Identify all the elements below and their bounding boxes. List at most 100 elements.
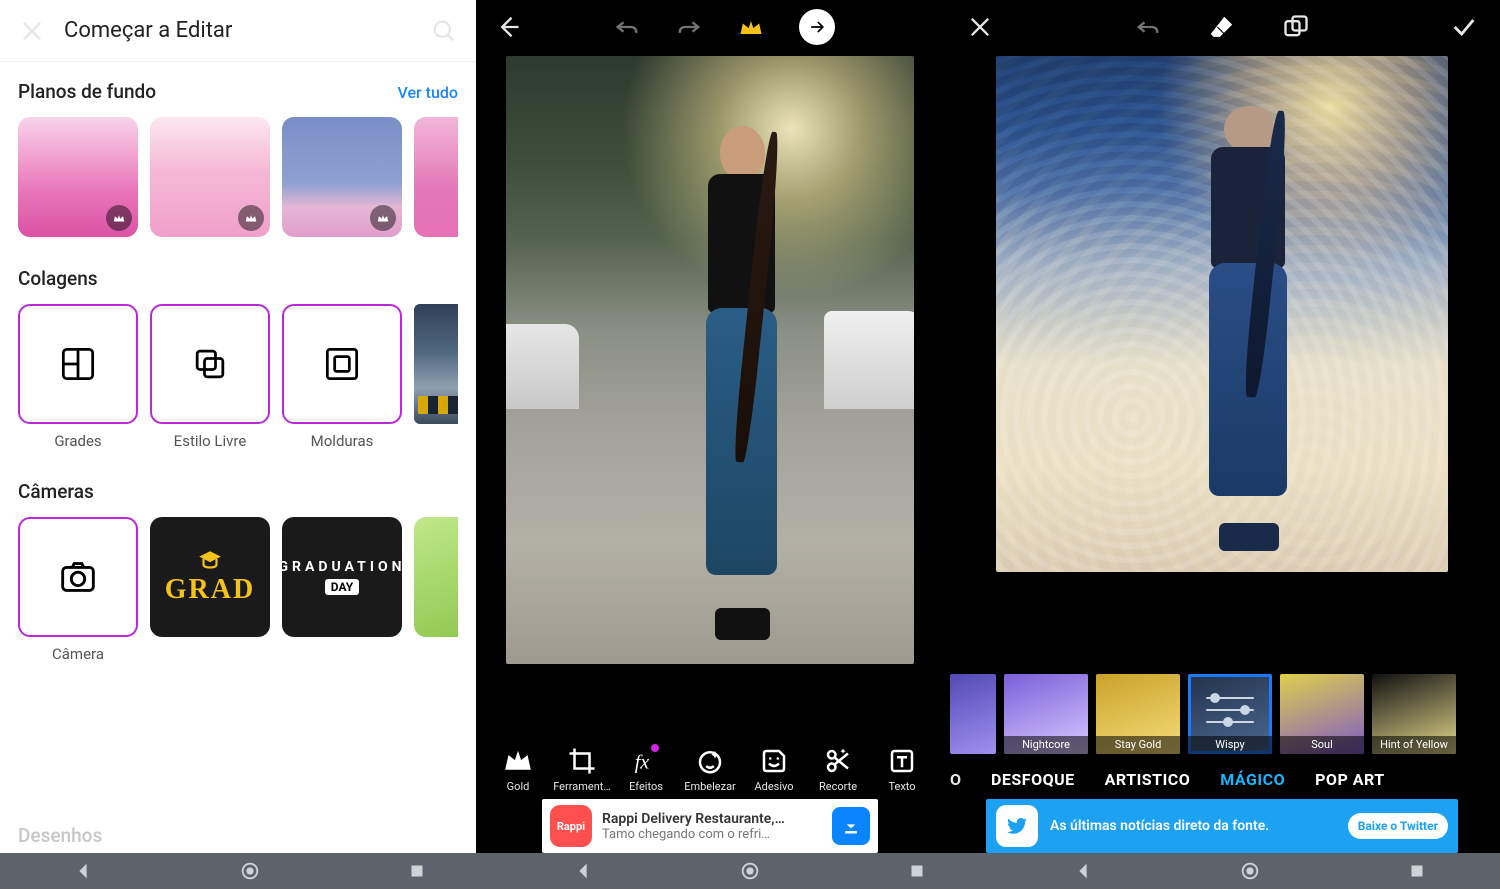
filter-thumb[interactable]: Stay Gold	[1096, 674, 1180, 754]
filter-name: Soul	[1280, 736, 1364, 754]
nav-home-icon[interactable]	[1239, 860, 1261, 882]
undo-icon[interactable]	[613, 13, 641, 41]
nav-back-icon[interactable]	[572, 860, 594, 882]
collage-label: Grades	[18, 432, 138, 450]
android-nav-strip	[0, 853, 1500, 889]
tool-sticker[interactable]: Adesivo	[744, 746, 804, 793]
tool-cutout[interactable]: Recorte	[808, 746, 868, 793]
ad-app-icon: Rappi	[550, 805, 592, 847]
template-graduation-day[interactable]: GRADUATION DAY	[282, 517, 402, 637]
section-title: Planos de fundo	[18, 80, 156, 103]
search-icon[interactable]	[430, 17, 458, 45]
nav-home-icon[interactable]	[739, 860, 761, 882]
download-icon[interactable]	[832, 807, 870, 845]
background-thumb[interactable]	[414, 117, 458, 237]
filter-name: Hint of Yellow	[1372, 736, 1456, 754]
template-grad[interactable]: GRAD	[150, 517, 270, 637]
tool-label: Recorte	[819, 780, 857, 793]
tool-label: Ferrament…	[553, 780, 611, 793]
photo-canvas-wrap	[944, 54, 1500, 674]
redo-icon[interactable]	[675, 13, 703, 41]
photo-canvas[interactable]	[506, 56, 914, 664]
collage-label: Estilo Livre	[150, 432, 270, 450]
template-flowers[interactable]	[414, 517, 458, 637]
collage-grids[interactable]	[18, 304, 138, 424]
screen-start-editing: Começar a Editar Planos de fundo Ver tud…	[0, 0, 476, 853]
tool-beautify[interactable]: Embelezar	[680, 746, 740, 793]
nav-recent-icon[interactable]	[406, 860, 428, 882]
camera-label: Câmera	[18, 645, 138, 663]
tool-label: Adesivo	[754, 780, 793, 793]
close-icon[interactable]	[18, 17, 46, 45]
screen-editor: Gold Ferrament… fx Efeitos Embelezar Ade…	[476, 0, 944, 853]
next-arrow-button[interactable]	[799, 9, 835, 45]
ad-text: As últimas notícias direto da fonte.	[1050, 818, 1336, 835]
nav-recent-icon[interactable]	[906, 860, 928, 882]
svg-text:fx: fx	[635, 752, 650, 774]
text-icon	[887, 746, 917, 776]
category-tab[interactable]: DESFOQUE	[991, 770, 1075, 789]
section-title-cutoff: Desenhos	[0, 818, 476, 853]
category-tab[interactable]: POP ART	[1315, 770, 1385, 789]
filter-thumb-selected[interactable]: Wispy	[1188, 674, 1272, 754]
compare-icon[interactable]	[1282, 13, 1310, 41]
collage-frames[interactable]	[282, 304, 402, 424]
camera-open[interactable]	[18, 517, 138, 637]
collage-preview-thumb[interactable]	[414, 304, 458, 424]
tool-tools[interactable]: Ferrament…	[552, 746, 612, 793]
undo-icon[interactable]	[1134, 13, 1162, 41]
ad-subtitle: Tamo chegando com o refri…	[602, 827, 822, 842]
premium-crown-icon[interactable]	[737, 13, 765, 41]
filter-name: Wispy	[1188, 736, 1272, 754]
premium-crown-icon	[370, 205, 396, 231]
collage-freestyle[interactable]	[150, 304, 270, 424]
twitter-icon	[996, 805, 1038, 847]
nav-recent-icon[interactable]	[1406, 860, 1428, 882]
sliders-icon	[1206, 692, 1254, 728]
filter-strip: Nightcore Stay Gold Wispy Soul Hint of Y…	[944, 674, 1500, 758]
ad-cta-button[interactable]: Baixe o Twitter	[1348, 813, 1448, 839]
nav-home-icon[interactable]	[239, 860, 261, 882]
effect-categories: O DESFOQUE ARTISTICO MÁGICO POP ART	[944, 758, 1500, 795]
content-body: Planos de fundo Ver tudo	[0, 62, 476, 818]
background-thumb[interactable]	[282, 117, 402, 237]
section-title: Câmeras	[18, 480, 94, 503]
background-thumb[interactable]	[18, 117, 138, 237]
tool-label: Embelezar	[684, 780, 736, 793]
filter-name: Stay Gold	[1096, 736, 1180, 754]
tool-effects[interactable]: fx Efeitos	[616, 746, 676, 793]
section-cameras: Câmeras GRAD GRADUATION DAY	[18, 480, 458, 663]
premium-crown-icon	[106, 205, 132, 231]
tool-gold[interactable]: Gold	[488, 746, 548, 793]
see-all-link[interactable]: Ver tudo	[397, 83, 458, 102]
nav-back-icon[interactable]	[72, 860, 94, 882]
category-tab-partial[interactable]: O	[944, 770, 961, 789]
filter-thumb[interactable]: Hint of Yellow	[1372, 674, 1456, 754]
template-label: DAY	[325, 579, 359, 595]
filter-thumb[interactable]: Soul	[1280, 674, 1364, 754]
effects-topbar	[944, 0, 1500, 54]
filter-thumb[interactable]: Nightcore	[1004, 674, 1088, 754]
tool-label: Texto	[888, 780, 915, 793]
header: Começar a Editar	[0, 0, 476, 62]
editor-topbar	[476, 0, 944, 54]
tool-label: Efeitos	[629, 780, 663, 793]
apply-check-icon[interactable]	[1450, 13, 1478, 41]
category-tab-active[interactable]: MÁGICO	[1220, 770, 1285, 789]
back-arrow-icon[interactable]	[494, 13, 522, 41]
scissors-icon	[823, 746, 853, 776]
close-icon[interactable]	[966, 13, 994, 41]
crop-icon	[567, 746, 597, 776]
template-label: GRADUATION	[279, 559, 406, 575]
photo-canvas[interactable]	[996, 56, 1448, 572]
background-thumb[interactable]	[150, 117, 270, 237]
category-tab[interactable]: ARTISTICO	[1105, 770, 1191, 789]
ad-banner[interactable]: Rappi Rappi Delivery Restaurante,… Tamo …	[542, 799, 878, 853]
eraser-icon[interactable]	[1208, 13, 1236, 41]
crown-icon	[503, 746, 533, 776]
nav-back-icon[interactable]	[1072, 860, 1094, 882]
ad-banner[interactable]: As últimas notícias direto da fonte. Bai…	[986, 799, 1458, 853]
tool-text[interactable]: Texto	[872, 746, 932, 793]
filter-thumb[interactable]	[950, 674, 996, 754]
photo-canvas-wrap	[476, 54, 944, 742]
